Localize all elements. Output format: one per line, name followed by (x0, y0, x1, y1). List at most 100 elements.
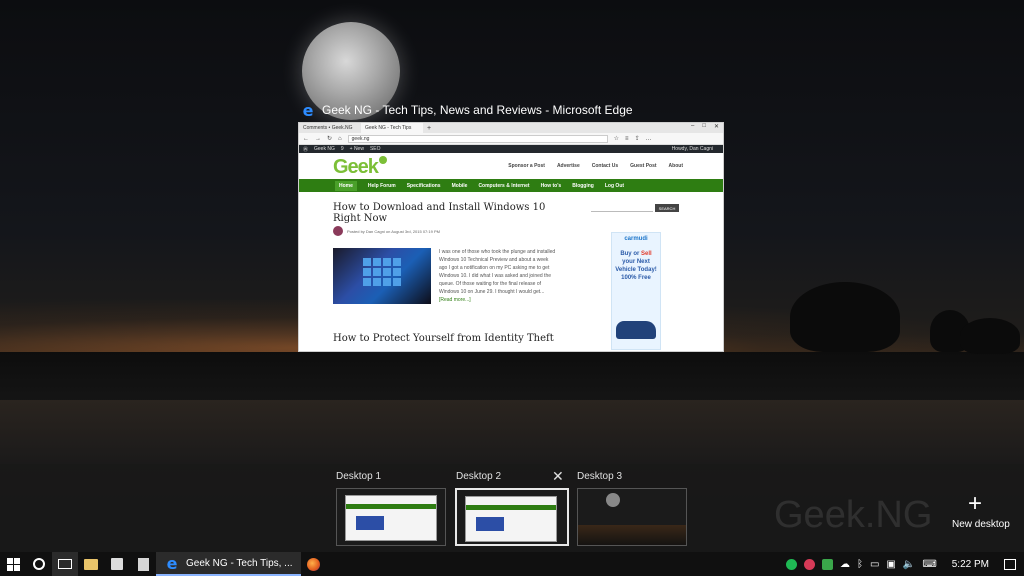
new-desktop-button[interactable]: New desktop (952, 519, 1010, 530)
minimize-icon: – (691, 123, 695, 129)
site-menu-item: Contact Us (591, 163, 619, 169)
site-nav-item: Computers & Internet (478, 182, 530, 189)
taskbar-edge-app[interactable]: e Geek NG - Tech Tips, ... (156, 552, 301, 576)
taskbar-app-label: Geek NG - Tech Tips, ... (186, 557, 293, 569)
tree-silhouette (790, 282, 900, 352)
new-tab-icon: + (427, 124, 432, 132)
desktop-label: Desktop 2 (456, 471, 502, 482)
store-button[interactable] (104, 552, 130, 576)
tree-silhouette (960, 318, 1020, 354)
site-menu-item: Advertise (556, 163, 580, 169)
battery-icon[interactable]: ▭ (870, 559, 879, 570)
file-explorer-button[interactable] (78, 552, 104, 576)
calculator-icon (137, 557, 149, 571)
wp-user: Howdy, Dan Cagni (671, 146, 713, 152)
post-meta: Posted by Dan Cagni on August 3rd, 2015 … (333, 226, 440, 236)
desktop-2-thumbnail[interactable] (455, 488, 569, 546)
site-nav-item: How to's (540, 182, 562, 189)
mini-horizon (578, 525, 686, 545)
ad-brand: carmudi (624, 236, 648, 242)
carmudi-ad: carmudi Buy or Sell your Next Vehicle To… (611, 232, 661, 350)
site-nav-item: Log Out (604, 182, 625, 189)
opera-icon[interactable] (803, 558, 815, 570)
network-icon[interactable]: ▣ (886, 559, 895, 570)
back-icon: ← (303, 135, 309, 142)
site-logo-text: Geek (333, 156, 379, 178)
browser-tab: Comments • Geek.NG (303, 125, 353, 131)
ad-sell: Sell (641, 251, 652, 257)
site-search-input (591, 204, 653, 212)
bluetooth-icon[interactable]: ᛒ (857, 559, 863, 570)
wp-bar-item: + New (349, 146, 364, 152)
site-content: How to Download and Install Windows 10 R… (299, 192, 723, 351)
wp-bar-item: SEO (369, 146, 381, 152)
site-nav-item: Home (335, 180, 357, 191)
car-image (616, 321, 656, 339)
folder-icon (84, 558, 98, 570)
ad-line: your Next Vehicle Today! 100% Free (615, 259, 657, 281)
wp-bar-item: 9 (340, 146, 344, 152)
calculator-button[interactable] (130, 552, 156, 576)
post-title: How to Protect Yourself from Identity Th… (333, 333, 554, 344)
mini-moon (606, 493, 620, 507)
clock[interactable]: 5:22 PM (952, 559, 989, 570)
firefox-icon (307, 557, 321, 571)
desktop-label: Desktop 1 (336, 471, 382, 482)
site-logo: Geek (333, 156, 387, 179)
action-center-icon[interactable] (1004, 558, 1016, 570)
read-more-link: [Read more...] (439, 297, 471, 303)
close-desktop-icon[interactable]: ✕ (552, 468, 564, 485)
firefox-button[interactable] (301, 552, 327, 576)
task-view-icon (58, 559, 72, 569)
spotify-icon[interactable] (785, 558, 797, 570)
forward-icon: → (315, 135, 321, 142)
desktop-3-thumbnail[interactable] (577, 488, 687, 546)
ad-copy: Buy or Sell your Next Vehicle Today! 100… (612, 250, 660, 282)
post-meta-text: Posted by Dan Cagni on August 3rd, 2015 … (347, 228, 440, 234)
start-button[interactable] (0, 552, 26, 576)
more-icon: … (645, 135, 652, 142)
horizon (0, 352, 1024, 402)
system-tray: ☁ ᛒ ▭ ▣ 🔈 ⌨ 5:22 PM (785, 552, 1024, 576)
new-desktop-plus-icon[interactable]: + (968, 492, 982, 516)
wp-bar-item: Geek NG (314, 146, 335, 152)
logo-badge-icon (378, 156, 387, 164)
site-menu-item: Sponsor a Post (508, 163, 545, 169)
ad-line: Buy or (620, 251, 640, 257)
edge-icon: e (166, 553, 178, 573)
site-nav-item: Mobile (451, 182, 468, 189)
site-top-menu: Sponsor a Post Advertise Contact Us Gues… (508, 163, 683, 169)
windows-icon (6, 557, 20, 571)
site-nav-item: Blogging (572, 182, 594, 189)
shield-icon[interactable] (821, 558, 833, 570)
site-nav-item: Help Forum (367, 182, 396, 189)
window-title-text: Geek NG - Tech Tips, News and Reviews - … (322, 103, 633, 117)
site-menu-item: Guest Post (630, 163, 657, 169)
store-icon (111, 558, 123, 570)
cloud-icon[interactable]: ☁ (840, 559, 850, 570)
volume-icon[interactable]: 🔈 (903, 559, 915, 570)
site-search-button: SEARCH (655, 204, 679, 212)
lake-reflection (0, 400, 1024, 464)
address-input: geek.ng (347, 134, 608, 143)
site-header: Geek Sponsor a Post Advertise Contact Us… (299, 153, 723, 179)
hub-icon: ≡ (625, 135, 629, 142)
watermark: Geek.NG (774, 494, 933, 536)
window-controls: – □ ✕ (691, 123, 719, 130)
desktop-label: Desktop 3 (577, 471, 623, 482)
home-icon: ⌂ (338, 135, 342, 142)
maximize-icon: □ (702, 123, 706, 129)
refresh-icon: ↻ (327, 136, 333, 142)
browser-addressbar: ← → ↻ ⌂ geek.ng ☆ ≡ ⇪ … (299, 133, 723, 145)
wordpress-admin-bar: Ⓦ Geek NG 9 + New SEO Howdy, Dan Cagni (299, 145, 723, 153)
cortana-icon (33, 558, 45, 570)
task-view-button[interactable] (52, 552, 78, 576)
post-title: How to Download and Install Windows 10 R… (333, 202, 546, 224)
window-thumbnail[interactable]: Comments • Geek.NG Geek NG - Tech Tips +… (298, 122, 724, 352)
cortana-button[interactable] (26, 552, 52, 576)
post-excerpt: I was one of those who took the plunge a… (439, 248, 557, 304)
keyboard-icon[interactable]: ⌨ (922, 559, 936, 570)
task-view-window-title[interactable]: e Geek NG - Tech Tips, News and Reviews … (300, 101, 633, 120)
taskbar: e Geek NG - Tech Tips, ... ☁ ᛒ ▭ ▣ 🔈 ⌨ 5… (0, 552, 1024, 576)
desktop-1-thumbnail[interactable] (336, 488, 446, 546)
